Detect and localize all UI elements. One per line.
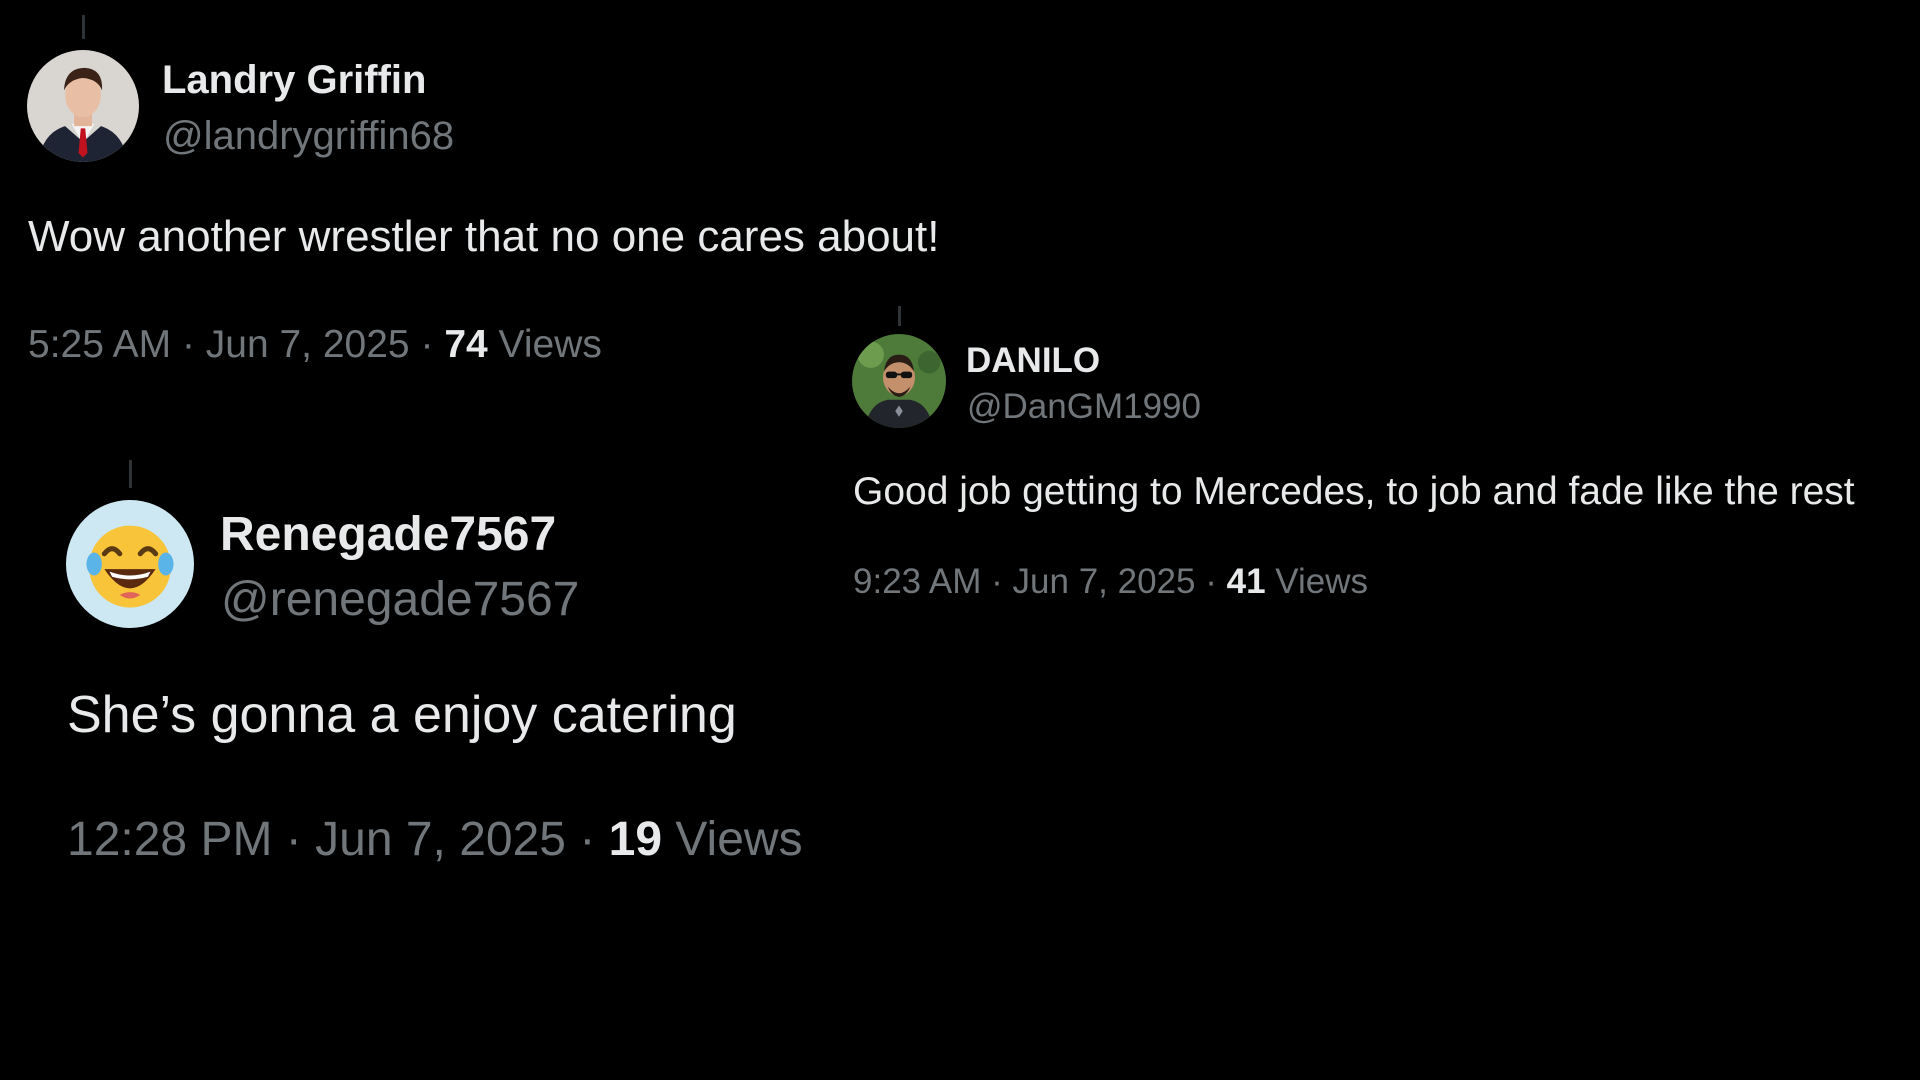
tweet-meta: 5:25 AM · Jun 7, 2025 · 74 Views bbox=[28, 323, 602, 367]
display-name[interactable]: DANILO bbox=[966, 341, 1100, 381]
avatar-renegade7567[interactable] bbox=[66, 500, 194, 628]
thread-connector-line bbox=[129, 460, 132, 488]
tweet-time[interactable]: 9:23 AM bbox=[853, 562, 981, 601]
meta-separator: · bbox=[285, 813, 302, 866]
meta-separator: · bbox=[181, 323, 195, 366]
display-name[interactable]: Landry Griffin bbox=[162, 58, 426, 103]
views-count: 74 bbox=[444, 323, 488, 366]
man-in-suit-avatar-icon bbox=[27, 50, 139, 162]
views-label: Views bbox=[498, 323, 602, 366]
avatar-danilo[interactable] bbox=[852, 334, 946, 428]
tweet-text: Wow another wrestler that no one cares a… bbox=[28, 212, 940, 261]
views-count: 19 bbox=[608, 813, 663, 866]
user-handle[interactable]: @DanGM1990 bbox=[967, 387, 1201, 427]
tweet-date[interactable]: Jun 7, 2025 bbox=[206, 323, 410, 366]
views-count: 41 bbox=[1226, 562, 1266, 601]
meta-separator: · bbox=[579, 813, 596, 866]
user-handle[interactable]: @renegade7567 bbox=[221, 572, 579, 627]
thread-connector-line bbox=[898, 306, 901, 326]
tweet-meta: 12:28 PM · Jun 7, 2025 · 19 Views bbox=[67, 812, 803, 867]
laughing-emoji-avatar-icon bbox=[66, 500, 194, 628]
meta-separator: · bbox=[991, 562, 1003, 601]
display-name[interactable]: Renegade7567 bbox=[220, 507, 556, 562]
tweet-time[interactable]: 5:25 AM bbox=[28, 323, 171, 366]
tweet-text: Good job getting to Mercedes, to job and… bbox=[853, 470, 1855, 513]
user-handle[interactable]: @landrygriffin68 bbox=[163, 114, 454, 159]
tweet-meta: 9:23 AM · Jun 7, 2025 · 41 Views bbox=[853, 562, 1368, 602]
tweet-time[interactable]: 12:28 PM bbox=[67, 813, 272, 866]
meta-separator: · bbox=[1205, 562, 1217, 601]
tweet-text: She’s gonna a enjoy catering bbox=[67, 686, 737, 744]
tweet-date[interactable]: Jun 7, 2025 bbox=[1013, 562, 1196, 601]
meta-separator: · bbox=[420, 323, 434, 366]
avatar-landry-griffin[interactable] bbox=[27, 50, 139, 162]
views-label: Views bbox=[1275, 562, 1369, 601]
thread-connector-line bbox=[82, 15, 85, 39]
views-label: Views bbox=[675, 813, 803, 866]
man-with-sunglasses-avatar-icon bbox=[852, 334, 946, 428]
tweet-date[interactable]: Jun 7, 2025 bbox=[315, 813, 566, 866]
